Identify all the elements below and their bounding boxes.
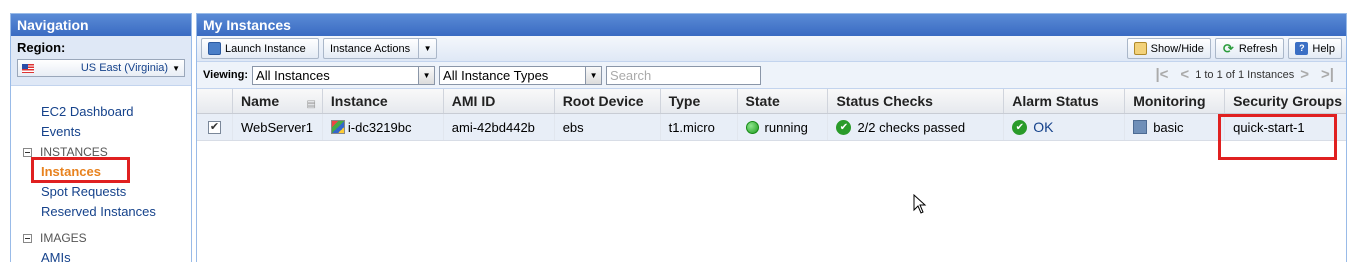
chevron-down-icon[interactable]: ▼ — [418, 66, 435, 84]
header-type[interactable]: Type — [661, 89, 738, 113]
columns-icon — [1133, 42, 1147, 55]
viewing-label: Viewing: — [203, 69, 249, 81]
cell-state: running — [738, 114, 829, 140]
nav-link-amis[interactable]: AMIs — [11, 248, 191, 262]
check-circle-icon: ✔ — [836, 119, 852, 135]
type-filter-value: All Instance Types — [443, 67, 549, 83]
launch-instance-button[interactable]: Launch Instance — [201, 38, 319, 59]
refresh-button[interactable]: ⟳ Refresh — [1214, 38, 1285, 59]
region-value: US East (Virginia) — [80, 62, 169, 74]
us-flag-icon — [22, 63, 34, 73]
help-label: Help — [1312, 42, 1335, 55]
show-hide-label: Show/Hide — [1150, 42, 1204, 55]
pager: |< < 1 to 1 of 1 Instances > >| — [1149, 66, 1340, 83]
cell-instance: i-dc3219bc — [323, 114, 444, 140]
collapse-icon[interactable] — [23, 233, 32, 243]
view-filter-value: All Instances — [256, 67, 330, 83]
cell-ami-id: ami-42bd442b — [444, 114, 555, 140]
table-row[interactable]: ✔ WebServer1 i-dc3219bc ami-42bd442b ebs… — [197, 114, 1346, 141]
header-state[interactable]: State — [738, 89, 829, 113]
help-button[interactable]: ? Help — [1288, 38, 1342, 59]
navigation-panel: Navigation Region: US East (Virginia) ▼ … — [10, 13, 192, 262]
chevron-down-icon[interactable]: ▼ — [418, 39, 436, 58]
type-filter-select[interactable]: All Instance Types ▼ — [439, 65, 603, 85]
nav-link-ec2-dashboard[interactable]: EC2 Dashboard — [11, 102, 191, 122]
nav-section-images[interactable]: IMAGES — [11, 228, 191, 248]
nav-link-events[interactable]: Events — [11, 122, 191, 142]
navigation-title: Navigation — [11, 14, 191, 36]
refresh-label: Refresh — [1238, 42, 1278, 55]
mouse-cursor-icon — [913, 194, 927, 214]
show-hide-button[interactable]: Show/Hide — [1126, 38, 1211, 59]
help-icon: ? — [1295, 42, 1309, 55]
monitoring-icon — [1133, 120, 1148, 134]
region-label: Region: — [17, 40, 66, 55]
search-placeholder: Search — [610, 67, 652, 83]
view-filter-select[interactable]: All Instances ▼ — [252, 65, 436, 85]
cell-name: WebServer1 — [233, 114, 323, 140]
cell-type: t1.micro — [661, 114, 738, 140]
instance-actions-button[interactable]: Instance Actions ▼ — [323, 38, 438, 59]
header-status-checks[interactable]: Status Checks — [828, 89, 1005, 113]
nav-section-label: IMAGES — [40, 231, 87, 245]
instances-panel: My Instances Launch Instance Instance Ac… — [196, 13, 1347, 262]
previous-page-icon[interactable]: < — [1180, 66, 1189, 83]
header-alarm-status[interactable]: Alarm Status — [1004, 89, 1126, 113]
windows-icon — [330, 120, 345, 134]
next-page-icon[interactable]: > — [1300, 66, 1309, 83]
launch-label: Launch Instance — [225, 42, 306, 55]
header-name[interactable]: Name ▤ — [233, 89, 323, 113]
toolbar: Launch Instance Instance Actions ▼ Show/… — [197, 36, 1346, 62]
header-select[interactable] — [197, 89, 233, 113]
header-security-groups[interactable]: Security Groups — [1225, 89, 1346, 113]
region-select[interactable]: US East (Virginia) ▼ — [17, 59, 185, 77]
nav-link-spot-requests[interactable]: Spot Requests — [11, 182, 191, 202]
header-instance[interactable]: Instance — [323, 89, 444, 113]
collapse-icon[interactable] — [23, 147, 32, 157]
running-status-icon — [745, 120, 759, 134]
instance-actions-label: Instance Actions — [330, 42, 411, 55]
header-root-device[interactable]: Root Device — [555, 89, 661, 113]
last-page-icon[interactable]: >| — [1321, 66, 1334, 83]
filter-bar: Viewing: All Instances ▼ All Instance Ty… — [197, 62, 1346, 89]
nav-link-reserved-instances[interactable]: Reserved Instances — [11, 202, 191, 222]
chevron-down-icon[interactable]: ▼ — [585, 66, 602, 84]
cell-alarm-status[interactable]: ✔ OK — [1004, 114, 1126, 140]
cell-monitoring: basic — [1125, 114, 1226, 140]
grid-header: Name ▤ Instance AMI ID Root Device Type S… — [197, 89, 1346, 114]
launch-icon — [208, 42, 221, 55]
pager-text: 1 to 1 of 1 Instances — [1195, 68, 1295, 81]
panel-title: My Instances — [197, 14, 1346, 36]
search-input[interactable]: Search — [606, 65, 762, 85]
highlight-box-instances — [31, 157, 130, 183]
header-ami-id[interactable]: AMI ID — [444, 89, 555, 113]
refresh-icon: ⟳ — [1222, 41, 1234, 56]
check-circle-icon: ✔ — [1012, 119, 1028, 135]
header-monitoring[interactable]: Monitoring — [1125, 89, 1226, 113]
cell-root-device: ebs — [555, 114, 661, 140]
sort-icon: ▤ — [306, 99, 316, 110]
chevron-down-icon: ▼ — [172, 63, 180, 73]
highlight-box-security-groups — [1218, 114, 1337, 160]
first-page-icon[interactable]: |< — [1155, 66, 1168, 83]
cell-status-checks[interactable]: ✔ 2/2 checks passed — [828, 114, 1005, 140]
region-box: Region: US East (Virginia) ▼ — [11, 36, 191, 86]
checkbox[interactable]: ✔ — [208, 120, 221, 134]
row-select[interactable]: ✔ — [197, 114, 233, 140]
